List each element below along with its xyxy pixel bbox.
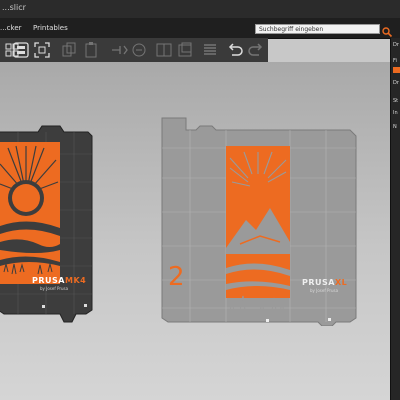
search-icon[interactable] bbox=[381, 23, 393, 38]
fit-icon[interactable] bbox=[33, 41, 51, 59]
tab-printables[interactable]: Printables bbox=[33, 24, 68, 32]
print-bed-1[interactable]: PRUSAMK4 by Josef Prusa bbox=[0, 124, 93, 324]
3d-viewport[interactable]: PRUSAMK4 by Josef Prusa 2 PRUSAXL by Jos… bbox=[0, 62, 390, 400]
sidepanel-label: Dr bbox=[393, 80, 399, 86]
filament-color-swatch[interactable] bbox=[393, 67, 400, 73]
plate-number: 2 bbox=[168, 262, 185, 292]
layout-icon[interactable] bbox=[12, 41, 30, 59]
sidepanel-label: Fi bbox=[393, 58, 397, 64]
paste-icon[interactable] bbox=[82, 41, 100, 59]
settings-sidepanel: Dr Fi Dr St In N bbox=[390, 38, 400, 400]
sidepanel-label: In bbox=[393, 110, 398, 116]
model-mountain-landscape bbox=[226, 146, 290, 313]
remove-icon[interactable] bbox=[130, 41, 148, 59]
toolbar bbox=[0, 38, 268, 62]
bed-brand-byline: by Josef Prusa bbox=[40, 286, 69, 291]
tab-printer[interactable]: ...cker bbox=[0, 24, 22, 32]
window-title: ...slicr bbox=[2, 3, 26, 12]
print-bed-2[interactable]: 2 PRUSAXL by Josef Prusa bbox=[160, 112, 360, 326]
sidepanel-label: Dr bbox=[393, 42, 399, 48]
redo-icon[interactable] bbox=[247, 41, 265, 59]
variable-layer-icon[interactable] bbox=[201, 41, 219, 59]
copy-icon[interactable] bbox=[60, 41, 78, 59]
layers-icon[interactable] bbox=[176, 41, 194, 59]
search-input[interactable]: Suchbegriff eingeben bbox=[255, 24, 380, 34]
bed-brand-logo: PRUSAXL bbox=[302, 278, 348, 287]
window-titlebar: ...slicr bbox=[0, 0, 400, 18]
bed-brand-logo: PRUSAMK4 bbox=[32, 276, 87, 285]
split-icon[interactable] bbox=[155, 41, 173, 59]
sidepanel-label: St bbox=[393, 98, 399, 104]
add-icon[interactable] bbox=[110, 41, 128, 59]
bed-brand-byline: by Josef Prusa bbox=[310, 288, 339, 293]
model-sun-landscape bbox=[0, 142, 60, 284]
sidepanel-label: N bbox=[393, 124, 397, 130]
undo-icon[interactable] bbox=[226, 41, 244, 59]
